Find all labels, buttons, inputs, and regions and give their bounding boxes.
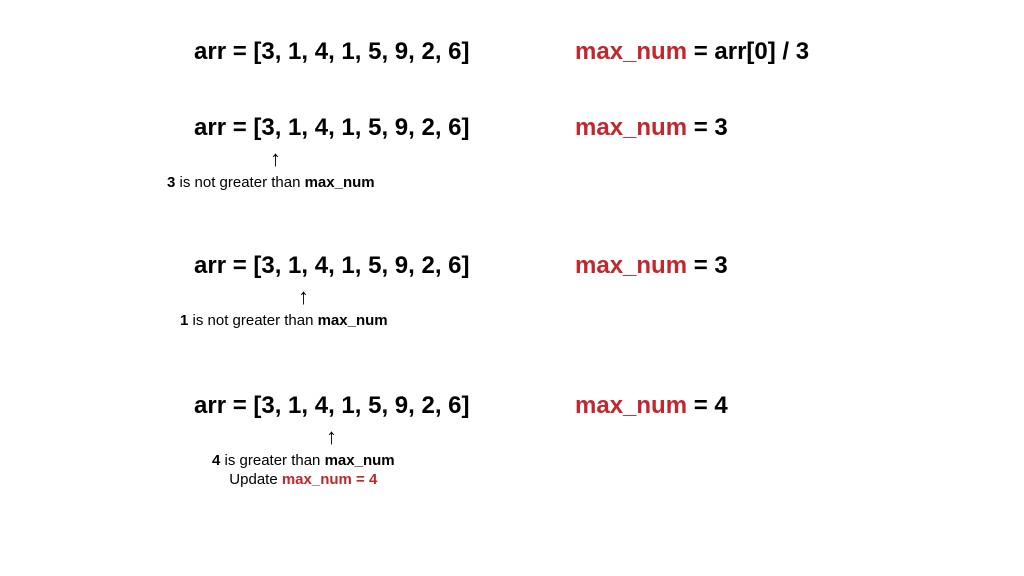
note-mid: is greater than xyxy=(220,452,324,469)
array-text: arr = [3, 1, 4, 1, 5, 9, 2, 6] xyxy=(194,392,470,420)
max-text: max_num = arr[0] / 3 xyxy=(575,38,809,66)
note-tail: max_num xyxy=(305,174,375,191)
note-tail: max_num xyxy=(325,452,395,469)
max-var: max_num xyxy=(575,114,687,141)
max-rhs: = 3 xyxy=(687,252,728,279)
array-text: arr = [3, 1, 4, 1, 5, 9, 2, 6] xyxy=(194,38,470,66)
note-line2: Update max_num = 4 xyxy=(212,471,395,488)
max-text: max_num = 3 xyxy=(575,114,728,142)
note-mid: is not greater than xyxy=(188,312,317,329)
max-var: max_num xyxy=(575,252,687,279)
note-mid: is not greater than xyxy=(175,174,304,191)
step-note: 3 is not greater than max_num xyxy=(167,174,375,191)
up-arrow-icon: ↑ xyxy=(270,148,281,170)
step-note: 4 is greater than max_num Update max_num… xyxy=(212,452,395,488)
up-arrow-icon: ↑ xyxy=(298,286,309,308)
max-rhs: = arr[0] / 3 xyxy=(687,38,809,65)
array-text: arr = [3, 1, 4, 1, 5, 9, 2, 6] xyxy=(194,252,470,280)
max-var: max_num xyxy=(575,38,687,65)
max-var: max_num xyxy=(575,392,687,419)
note-line2b: max_num = 4 xyxy=(282,471,377,488)
max-rhs: = 4 xyxy=(687,392,728,419)
array-text: arr = [3, 1, 4, 1, 5, 9, 2, 6] xyxy=(194,114,470,142)
note-line2a: Update xyxy=(229,471,282,488)
step-note: 1 is not greater than max_num xyxy=(180,312,388,329)
max-text: max_num = 4 xyxy=(575,392,728,420)
max-rhs: = 3 xyxy=(687,114,728,141)
max-text: max_num = 3 xyxy=(575,252,728,280)
up-arrow-icon: ↑ xyxy=(326,426,337,448)
note-tail: max_num xyxy=(318,312,388,329)
